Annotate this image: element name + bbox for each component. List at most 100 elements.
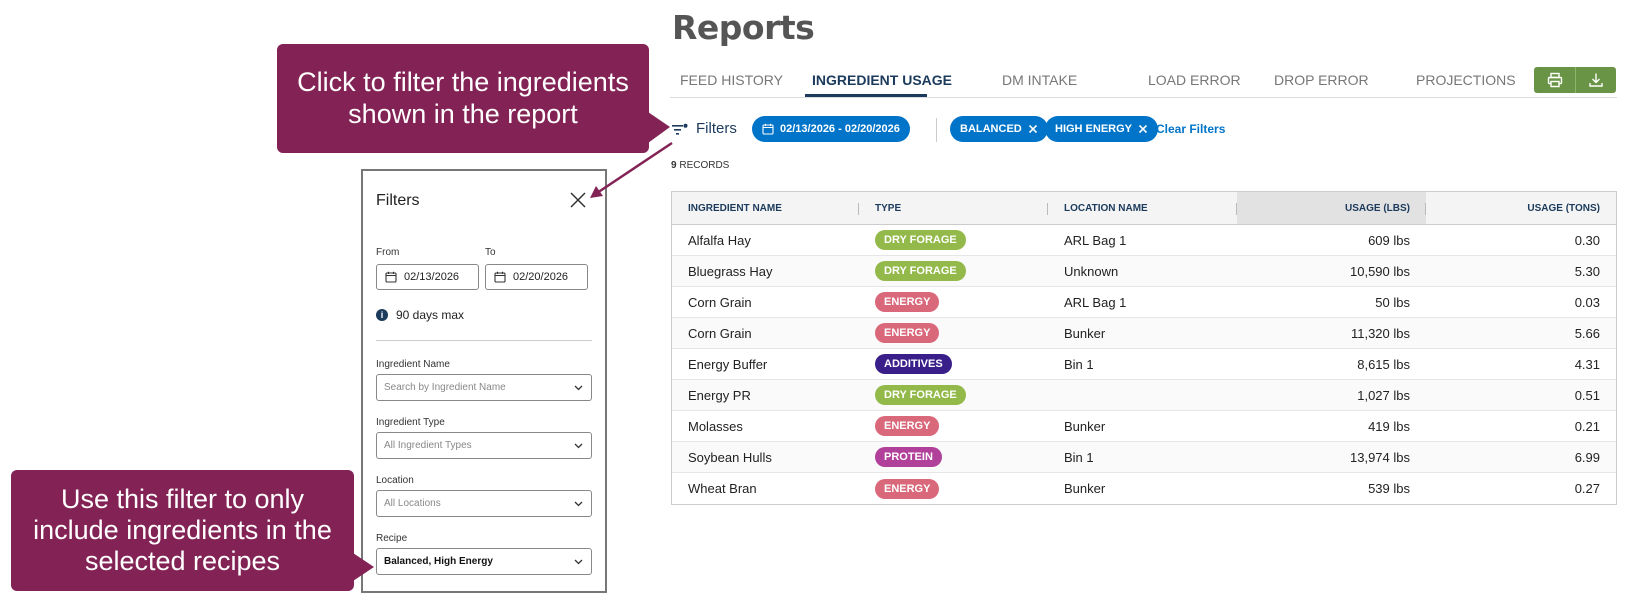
table-row[interactable]: Corn Grain ENERGY Bunker 11,320 lbs 5.66 [672,318,1616,349]
type-badge: ADDITIVES [875,354,952,374]
report-tabs: FEED HISTORY INGREDIENT USAGE DM INTAKE … [670,64,1617,98]
usage-tons-cell: 4.31 [1574,356,1600,372]
calendar-icon [385,271,397,283]
recipe-select[interactable]: Balanced, High Energy [376,548,592,575]
filters-button[interactable]: Filters [672,120,737,137]
usage-lbs-cell: 50 lbs [1375,294,1410,310]
type-badge: ENERGY [875,416,940,436]
callout-text: Use this filter to only include ingredie… [33,483,332,577]
ingredient-name-select[interactable]: Search by Ingredient Name [376,374,592,401]
table-header: INGREDIENT NAME TYPE LOCATION NAME USAGE… [672,192,1616,225]
type-cell: ENERGY [859,473,1048,504]
type-cell: ADDITIVES [859,349,1048,379]
tab-ingredient-usage[interactable]: INGREDIENT USAGE [812,72,952,88]
info-icon: i [376,309,388,321]
usage-lbs-cell: 539 lbs [1368,481,1410,496]
ingredient-name-cell: Soybean Hulls [688,449,772,465]
usage-tons-cell: 6.99 [1574,449,1600,465]
column-header-usage-tons[interactable]: USAGE (TONS) [1426,192,1616,224]
usage-tons-cell: 0.51 [1574,387,1600,403]
recipe-value: Balanced, High Energy [384,556,493,567]
recipe-chip-high-energy: HIGH ENERGY [1045,116,1159,142]
usage-tons-cell: 0.30 [1574,232,1600,248]
callout-text: Click to filter the ingredients shown in… [297,67,629,129]
tab-drop-error[interactable]: DROP ERROR [1274,72,1369,88]
table-row[interactable]: Corn Grain ENERGY ARL Bag 1 50 lbs 0.03 [672,287,1616,318]
table-row[interactable]: Bluegrass Hay DRY FORAGE Unknown 10,590 lbs… [672,256,1616,287]
ingredient-name-label: Ingredient Name [376,359,450,370]
ingredient-name-cell: Molasses [688,418,743,434]
location-select[interactable]: All Locations [376,490,592,517]
ingredient-name-cell: Alfalfa Hay [688,232,751,248]
recipe-chip-balanced: BALANCED [950,116,1048,142]
type-cell: ENERGY [859,287,1048,317]
table-row[interactable]: Soybean Hulls PROTEIN Bin 1 13,974 lbs 6.99 [672,442,1616,473]
hint-text: 90 days max [396,308,465,322]
tab-load-error[interactable]: LOAD ERROR [1148,72,1241,88]
usage-lbs-cell: 1,027 lbs [1357,387,1410,403]
download-icon [1589,73,1603,87]
usage-tons-cell: 0.21 [1574,418,1600,434]
page-title: Reports [672,8,815,47]
type-badge: ENERGY [875,292,940,312]
ingredient-type-label: Ingredient Type [376,417,445,428]
recipe-label: Recipe [376,533,408,544]
column-header-location-name[interactable]: LOCATION NAME [1048,192,1237,224]
from-label: From [376,247,400,258]
usage-tons-cell: 0.27 [1574,481,1600,496]
type-badge: DRY FORAGE [875,385,966,405]
close-icon[interactable] [1138,124,1148,134]
column-header-type[interactable]: TYPE [859,192,1048,224]
close-icon[interactable] [1028,124,1038,134]
tab-dm-intake[interactable]: DM INTAKE [1002,72,1077,88]
chevron-down-icon [574,559,583,564]
date-range-chip[interactable]: 02/13/2026 - 02/20/2026 [752,116,910,142]
table-row[interactable]: Wheat Bran ENERGY Bunker 539 lbs 0.27 [672,473,1616,504]
print-button[interactable] [1534,67,1575,93]
export-button-group [1534,67,1616,93]
usage-tons-cell: 0.03 [1574,294,1600,310]
type-cell: DRY FORAGE [859,225,1048,255]
ingredient-name-cell: Corn Grain [688,325,752,341]
table-row[interactable]: Energy Buffer ADDITIVES Bin 1 8,615 lbs 4.31 [672,349,1616,380]
ingredient-name-placeholder: Search by Ingredient Name [384,382,506,393]
type-cell: ENERGY [859,318,1048,348]
clear-filters-link[interactable]: Clear Filters [1156,122,1225,136]
type-cell: DRY FORAGE [859,256,1048,286]
close-icon[interactable] [569,191,587,209]
ingredient-name-cell: Energy PR [688,387,751,403]
filters-divider [936,118,937,142]
recipe-chip-label: HIGH ENERGY [1055,123,1133,135]
table-row[interactable]: Alfalfa Hay DRY FORAGE ARL Bag 1 609 lbs 0.3… [672,225,1616,256]
location-cell: Bunker [1064,325,1106,341]
usage-lbs-cell: 8,615 lbs [1357,356,1410,372]
location-label: Location [376,475,414,486]
column-header-ingredient-name[interactable]: INGREDIENT NAME [672,192,859,224]
callout-pointer-top [648,112,670,143]
to-label: To [485,247,496,258]
chevron-down-icon [574,501,583,506]
ingredient-type-value: All Ingredient Types [384,440,472,451]
download-button[interactable] [1575,67,1616,93]
location-cell: Bunker [1064,481,1106,496]
ingredient-name-cell: Energy Buffer [688,356,768,372]
type-badge: DRY FORAGE [875,230,966,250]
filters-panel: Filters From To 02/13/2026 02/20/2026 i … [361,169,607,593]
tab-projections[interactable]: PROJECTIONS [1416,72,1516,88]
ingredient-name-cell: Wheat Bran [688,481,757,496]
to-date-input[interactable]: 02/20/2026 [485,264,588,290]
filters-label: Filters [696,120,737,137]
table-row[interactable]: Molasses ENERGY Bunker 419 lbs 0.21 [672,411,1616,442]
tab-feed-history[interactable]: FEED HISTORY [680,72,783,88]
from-date-input[interactable]: 02/13/2026 [376,264,479,290]
location-cell: Bin 1 [1064,356,1094,372]
table-row[interactable]: Energy PR DRY FORAGE 1,027 lbs 0.51 [672,380,1616,411]
records-label: RECORDS [679,160,730,171]
column-header-usage-lbs[interactable]: USAGE (LBS) [1237,192,1426,224]
usage-lbs-cell: 11,320 lbs [1350,325,1410,341]
table-body: Alfalfa Hay DRY FORAGE ARL Bag 1 609 lbs 0.3… [672,225,1616,504]
usage-tons-cell: 5.66 [1574,325,1600,341]
ingredient-type-select[interactable]: All Ingredient Types [376,432,592,459]
callout-recipe-filter: Use this filter to only include ingredie… [11,470,354,591]
type-cell: PROTEIN [859,442,1048,472]
